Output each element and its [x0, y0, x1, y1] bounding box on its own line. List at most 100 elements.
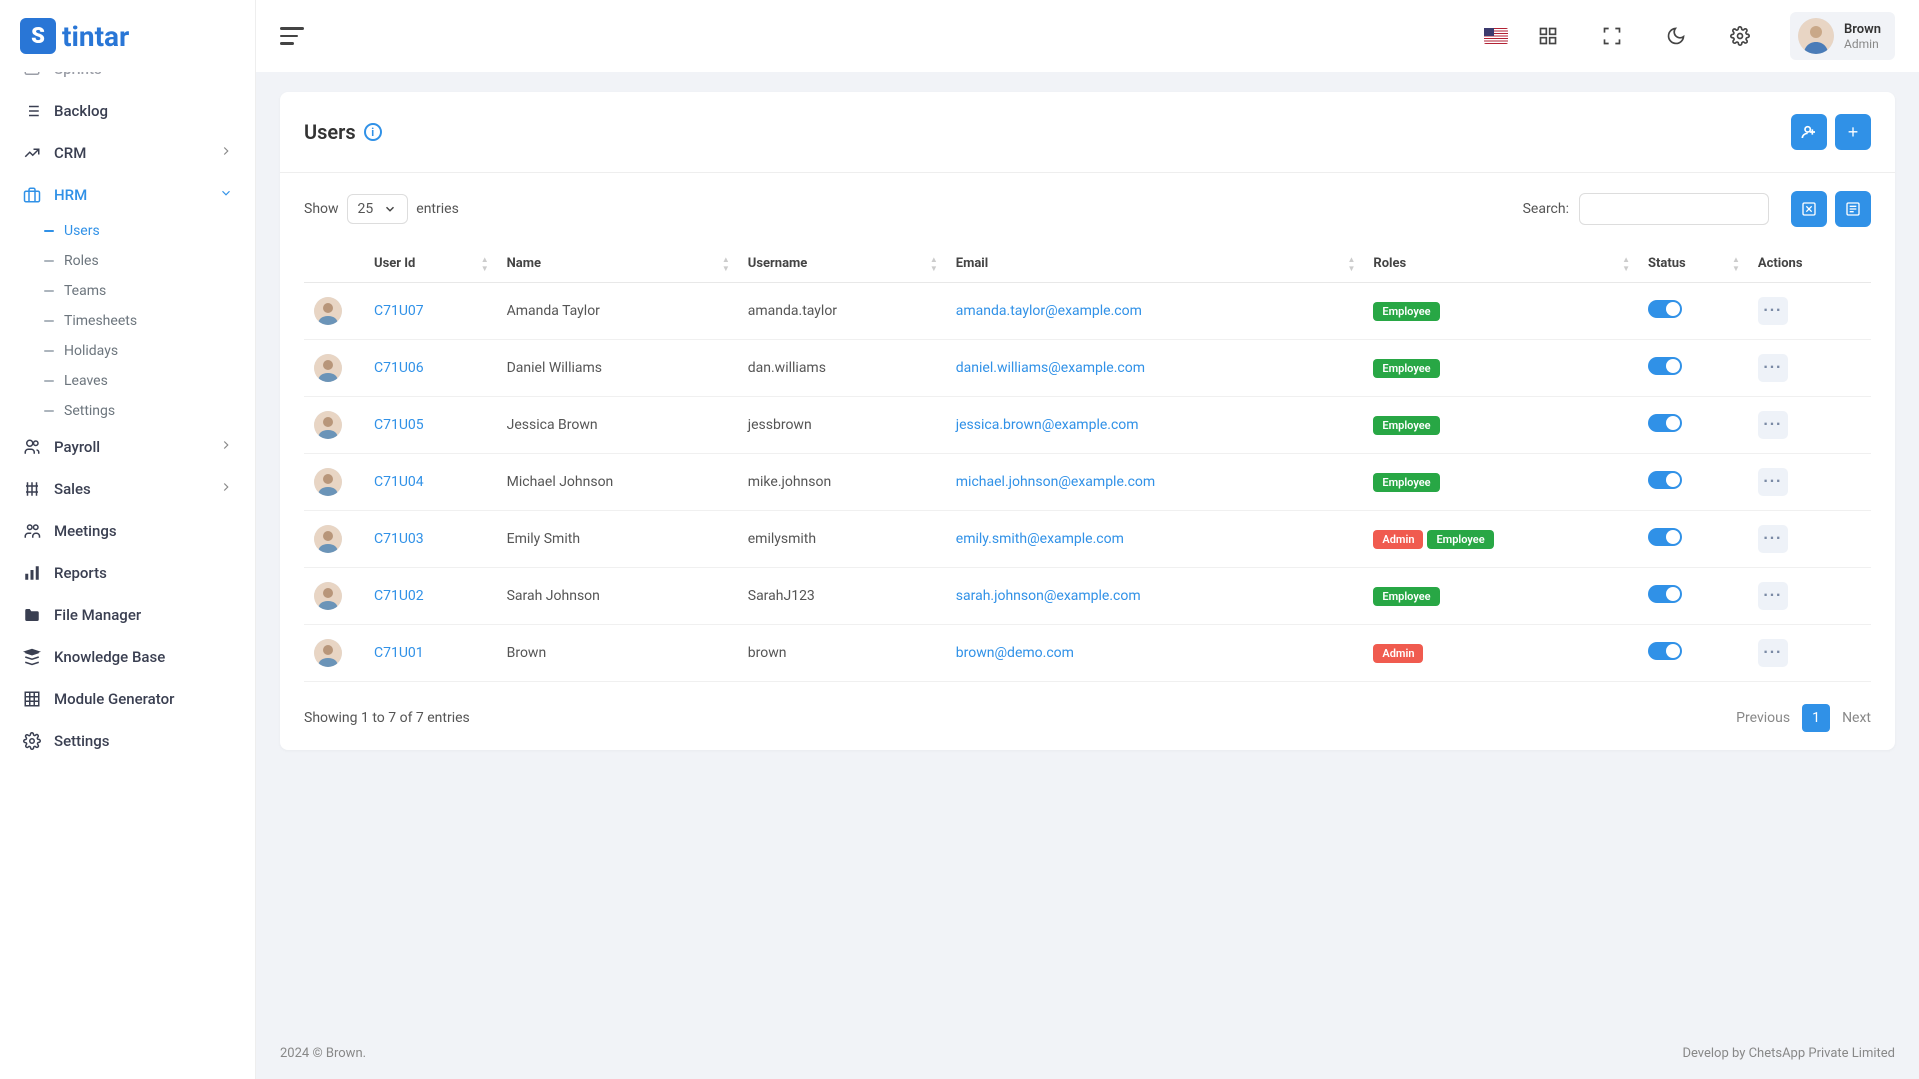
user-id-link[interactable]: C71U07: [374, 303, 424, 319]
search-area: Search:: [1523, 191, 1871, 227]
sidebar-item-settings[interactable]: Settings: [8, 720, 247, 762]
sort-icon: ▲▼: [1732, 255, 1740, 273]
column-email[interactable]: Email▲▼: [946, 245, 1364, 283]
role-badge-employee: Employee: [1373, 359, 1439, 378]
column-username[interactable]: Username▲▼: [738, 245, 946, 283]
email-link[interactable]: daniel.williams@example.com: [956, 360, 1145, 376]
search-input[interactable]: [1579, 193, 1769, 225]
username-cell: amanda.taylor: [738, 283, 946, 340]
email-link[interactable]: amanda.taylor@example.com: [956, 303, 1142, 319]
email-link[interactable]: jessica.brown@example.com: [956, 417, 1139, 433]
sidebar-sub-users[interactable]: Users: [30, 216, 247, 246]
status-toggle[interactable]: [1648, 642, 1682, 660]
row-actions-button[interactable]: ···: [1758, 411, 1788, 439]
sidebar-sub-roles[interactable]: Roles: [30, 246, 247, 276]
sidebar-item-backlog[interactable]: Backlog: [8, 90, 247, 132]
row-actions-button[interactable]: ···: [1758, 582, 1788, 610]
email-link[interactable]: sarah.johnson@example.com: [956, 588, 1141, 604]
menu-toggle[interactable]: [280, 24, 312, 48]
payroll-icon: [22, 437, 42, 457]
column-user-id[interactable]: User Id▲▼: [364, 245, 497, 283]
sidebar-item-knowledge-base[interactable]: Knowledge Base: [8, 636, 247, 678]
sidebar-sub-label: Holidays: [64, 343, 118, 359]
email-link[interactable]: michael.johnson@example.com: [956, 474, 1155, 490]
export-csv-button[interactable]: [1835, 191, 1871, 227]
page-prev[interactable]: Previous: [1736, 710, 1790, 726]
sidebar-item-reports[interactable]: Reports: [8, 552, 247, 594]
page-content: Users i + Show: [256, 72, 1919, 1028]
sidebar-item-label: Reports: [54, 564, 107, 582]
row-actions-button[interactable]: ···: [1758, 297, 1788, 325]
user-profile-chip[interactable]: Brown Admin: [1790, 12, 1895, 60]
dark-mode-icon[interactable]: [1662, 22, 1690, 50]
settings-gear-icon[interactable]: [1726, 22, 1754, 50]
roles-cell: AdminEmployee: [1363, 511, 1638, 568]
sidebar-item-hrm[interactable]: HRM: [8, 174, 247, 216]
per-page-select[interactable]: 25: [347, 194, 409, 224]
sidebar-sub-timesheets[interactable]: Timesheets: [30, 306, 247, 336]
row-actions-button[interactable]: ···: [1758, 468, 1788, 496]
logo-area: S tintar: [0, 0, 255, 72]
status-toggle[interactable]: [1648, 585, 1682, 603]
column-actions[interactable]: Actions: [1748, 245, 1871, 283]
column-status[interactable]: Status ▲▼: [1638, 245, 1748, 283]
user-id-link[interactable]: C71U03: [374, 531, 424, 547]
roles-cell: Employee: [1363, 397, 1638, 454]
export-excel-button[interactable]: [1791, 191, 1827, 227]
sidebar-item-sales[interactable]: Sales: [8, 468, 247, 510]
row-actions-button[interactable]: ···: [1758, 525, 1788, 553]
sidebar-item-sprints[interactable]: Sprints: [8, 72, 247, 90]
dash-icon: [44, 290, 54, 292]
column-name[interactable]: Name▲▼: [497, 245, 738, 283]
row-actions-button[interactable]: ···: [1758, 639, 1788, 667]
sidebar-item-file-manager[interactable]: File Manager: [8, 594, 247, 636]
status-toggle[interactable]: [1648, 300, 1682, 318]
user-id-link[interactable]: C71U06: [374, 360, 424, 376]
sort-icon: ▲▼: [481, 255, 489, 273]
user-name-cell: Michael Johnson: [497, 454, 738, 511]
status-toggle[interactable]: [1648, 471, 1682, 489]
page-1[interactable]: 1: [1802, 704, 1830, 732]
sidebar-sub-settings[interactable]: Settings: [30, 396, 247, 426]
roles-cell: Admin: [1363, 625, 1638, 682]
status-toggle[interactable]: [1648, 357, 1682, 375]
email-link[interactable]: emily.smith@example.com: [956, 531, 1124, 547]
status-toggle[interactable]: [1648, 414, 1682, 432]
table-controls: Show 25 entries Search:: [304, 191, 1871, 227]
add-user-button[interactable]: +: [1835, 114, 1871, 150]
sidebar-sub-leaves[interactable]: Leaves: [30, 366, 247, 396]
sidebar-item-module-generator[interactable]: Module Generator: [8, 678, 247, 720]
sidebar-item-meetings[interactable]: Meetings: [8, 510, 247, 552]
username-cell: brown: [738, 625, 946, 682]
status-toggle[interactable]: [1648, 528, 1682, 546]
hrm-icon: [22, 185, 42, 205]
info-icon[interactable]: i: [364, 123, 382, 141]
sidebar-sub-holidays[interactable]: Holidays: [30, 336, 247, 366]
column-label: Actions: [1758, 256, 1803, 271]
table-footer: Showing 1 to 7 of 7 entries Previous 1 N…: [304, 682, 1871, 732]
user-id-link[interactable]: C71U01: [374, 645, 424, 661]
row-avatar: [314, 354, 342, 382]
email-link[interactable]: brown@demo.com: [956, 645, 1074, 661]
column-roles[interactable]: Roles▲▼: [1363, 245, 1638, 283]
column-label: Status: [1648, 256, 1686, 271]
user-id-link[interactable]: C71U04: [374, 474, 424, 490]
brand-logo[interactable]: S tintar: [20, 18, 129, 54]
user-id-link[interactable]: C71U05: [374, 417, 424, 433]
gear-icon: [22, 731, 42, 751]
apps-grid-icon[interactable]: [1534, 22, 1562, 50]
row-actions-button[interactable]: ···: [1758, 354, 1788, 382]
page-next[interactable]: Next: [1842, 710, 1871, 726]
sidebar-item-label: Backlog: [54, 102, 108, 120]
language-flag-icon[interactable]: [1484, 28, 1508, 44]
user-name-cell: Daniel Williams: [497, 340, 738, 397]
fullscreen-icon[interactable]: [1598, 22, 1626, 50]
sidebar-item-payroll[interactable]: Payroll: [8, 426, 247, 468]
chevron-right-icon: [219, 144, 233, 162]
user-id-link[interactable]: C71U02: [374, 588, 424, 604]
assign-user-button[interactable]: [1791, 114, 1827, 150]
main-area: Brown Admin Users i +: [256, 0, 1919, 1079]
sidebar-item-crm[interactable]: CRM: [8, 132, 247, 174]
sidebar-sub-teams[interactable]: Teams: [30, 276, 247, 306]
table-row: C71U01Brownbrownbrown@demo.comAdmin···: [304, 625, 1871, 682]
